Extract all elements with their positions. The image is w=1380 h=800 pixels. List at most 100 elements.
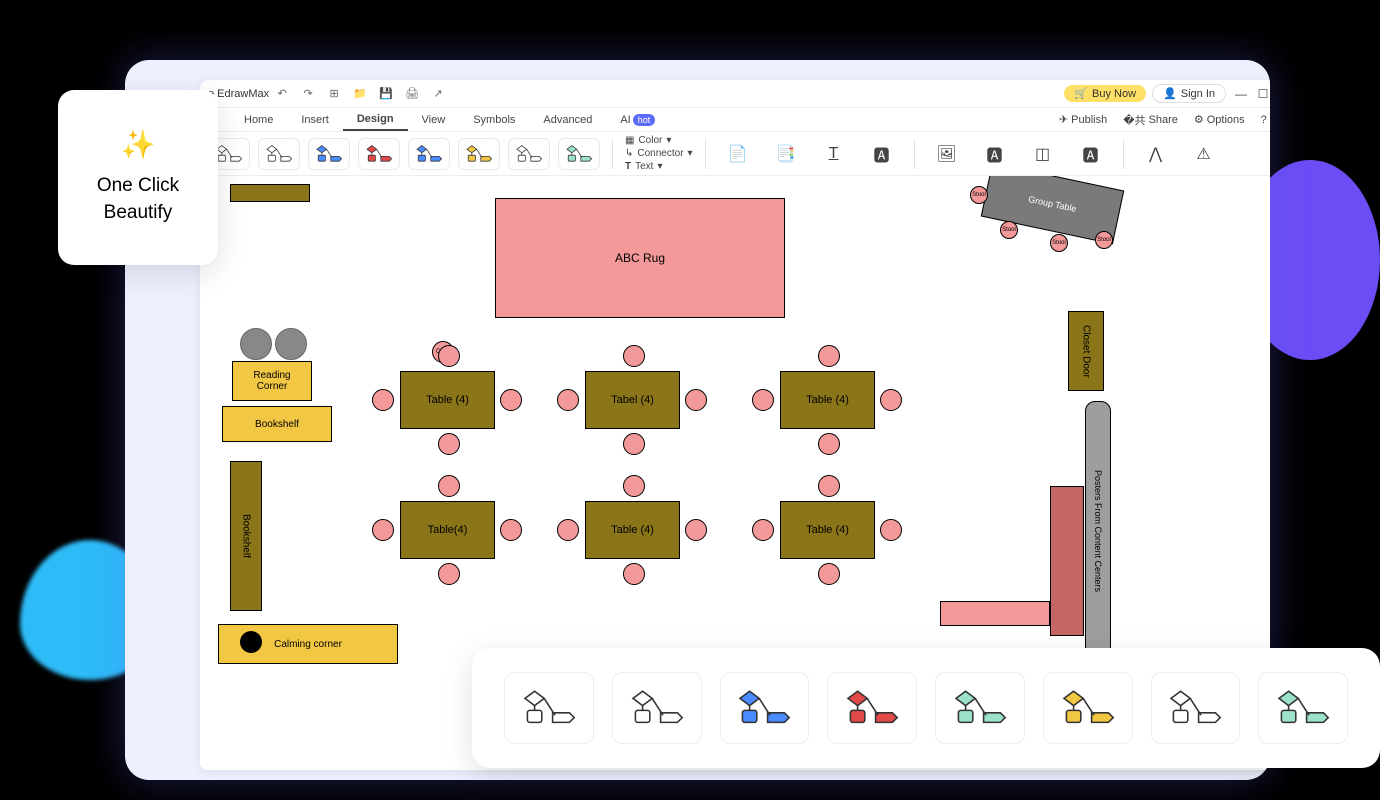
dock-theme-3[interactable] — [827, 672, 917, 744]
dock-theme-0[interactable] — [504, 672, 594, 744]
shape-stool[interactable]: Stool — [1095, 231, 1113, 249]
shape-small-rug[interactable] — [940, 601, 1050, 626]
shape-cushion[interactable] — [275, 328, 307, 360]
shape-chair[interactable] — [818, 475, 840, 497]
tab-symbols[interactable]: Symbols — [459, 110, 529, 130]
shape-table[interactable]: Table (4) — [585, 501, 680, 559]
shape-chair[interactable] — [438, 563, 460, 585]
shape-stool[interactable]: Stool — [970, 186, 988, 204]
dock-theme-7[interactable] — [1258, 672, 1348, 744]
theme-swatch-1[interactable] — [258, 138, 300, 170]
undo-icon[interactable]: ↶ — [273, 85, 291, 103]
shape-chair[interactable] — [623, 433, 645, 455]
connector-dropdown[interactable]: ↳ Connector▾ — [625, 148, 693, 159]
tab-ai[interactable]: AIhot — [606, 110, 669, 130]
shape-chair[interactable] — [372, 519, 394, 541]
shape-table[interactable]: Table (4) — [780, 371, 875, 429]
print-icon[interactable]: 🖨 — [403, 85, 421, 103]
shape-chair[interactable] — [557, 519, 579, 541]
text-dropdown[interactable]: T Text ▾ — [625, 161, 693, 172]
shape-chair[interactable] — [818, 345, 840, 367]
window-minimize[interactable]: — — [1234, 87, 1248, 101]
share-button[interactable]: �共 Share — [1115, 112, 1186, 128]
save-icon[interactable]: 💾 — [377, 85, 395, 103]
image-icon[interactable]: 🖼 — [933, 140, 961, 168]
theme-swatch-7[interactable] — [558, 138, 600, 170]
shape-chair[interactable] — [880, 389, 902, 411]
arrow-up-icon[interactable]: ⋀ — [1142, 140, 1170, 168]
shape-closet-door[interactable]: Closet Door — [1068, 311, 1104, 391]
shape-chair[interactable] — [685, 389, 707, 411]
color-dropdown[interactable]: ▦ Color ▾ — [625, 135, 693, 146]
window-maximize[interactable]: ☐ — [1256, 87, 1270, 101]
shape-bookshelf[interactable]: Bookshelf — [222, 406, 332, 442]
new-icon[interactable]: ⊞ — [325, 85, 343, 103]
shape-chair[interactable] — [623, 563, 645, 585]
shape-chair[interactable] — [623, 345, 645, 367]
shape-cushion[interactable] — [240, 328, 272, 360]
frame-icon[interactable]: 🅰 — [981, 140, 1009, 168]
shape-chair[interactable] — [557, 389, 579, 411]
beautify-card[interactable]: ✨ One Click Beautify — [58, 90, 218, 265]
text-format-icon[interactable]: T — [820, 140, 848, 168]
layout-icon[interactable]: ◫ — [1029, 140, 1057, 168]
buy-now-button[interactable]: 🛒 Buy Now — [1064, 85, 1146, 102]
shape-chair[interactable] — [372, 389, 394, 411]
sign-in-button[interactable]: 👤 Sign In — [1152, 84, 1226, 103]
style-icon[interactable]: 🅰 — [1077, 140, 1105, 168]
page-setup-icon[interactable]: 📄 — [724, 140, 752, 168]
tab-home[interactable]: Home — [230, 110, 287, 130]
shape-chair[interactable] — [752, 519, 774, 541]
share-label: Share — [1149, 114, 1178, 126]
tab-design[interactable]: Design — [343, 109, 408, 131]
dock-theme-5[interactable] — [1043, 672, 1133, 744]
shape-chair[interactable] — [685, 519, 707, 541]
shape-chair[interactable] — [438, 345, 460, 367]
shape-red-cabinet[interactable] — [1050, 486, 1084, 636]
dock-theme-6[interactable] — [1151, 672, 1241, 744]
redo-icon[interactable]: ↷ — [299, 85, 317, 103]
tab-insert[interactable]: Insert — [287, 110, 343, 130]
theme-swatch-4[interactable] — [408, 138, 450, 170]
shape-ball[interactable] — [240, 631, 262, 653]
shape-chair[interactable] — [880, 519, 902, 541]
shape-rug[interactable]: ABC Rug — [495, 198, 785, 318]
shape-reading-corner[interactable]: Reading Corner — [232, 361, 312, 401]
shape-chair[interactable] — [818, 563, 840, 585]
shape-table[interactable]: Table(4) — [400, 501, 495, 559]
shape-chair[interactable] — [623, 475, 645, 497]
publish-button[interactable]: ✈ Publish — [1051, 113, 1115, 126]
dock-theme-1[interactable] — [612, 672, 702, 744]
help-icon[interactable]: ? — [1253, 114, 1270, 126]
tab-advanced[interactable]: Advanced — [529, 110, 606, 130]
shape-chair[interactable] — [500, 389, 522, 411]
warning-icon[interactable]: ⚠ — [1190, 140, 1218, 168]
theme-swatch-2[interactable] — [308, 138, 350, 170]
theme-swatch-6[interactable] — [508, 138, 550, 170]
shape-chair[interactable] — [438, 433, 460, 455]
shape-bookshelf-vertical[interactable]: Bookshelf — [230, 461, 262, 611]
tab-view[interactable]: View — [408, 110, 460, 130]
shape-table[interactable]: Table (4) — [780, 501, 875, 559]
shape-stool[interactable]: Stool — [1050, 234, 1068, 252]
shape-stool[interactable]: Stool — [1000, 221, 1018, 239]
page-orient-icon[interactable]: 📑 — [772, 140, 800, 168]
shape-shelf-top[interactable] — [230, 184, 310, 202]
shape-posters[interactable]: Posters From Content Centers — [1085, 401, 1111, 661]
theme-swatch-3[interactable] — [358, 138, 400, 170]
shape-table[interactable]: Tabel (4) — [585, 371, 680, 429]
export-icon[interactable]: ↗ — [429, 85, 447, 103]
sparkle-icon: ✨ — [121, 128, 156, 161]
shape-chair[interactable] — [752, 389, 774, 411]
shape-chair[interactable] — [500, 519, 522, 541]
open-icon[interactable]: 📁 — [351, 85, 369, 103]
dock-theme-4[interactable] — [935, 672, 1025, 744]
dock-theme-2[interactable] — [720, 672, 810, 744]
options-button[interactable]: ⚙ Options — [1186, 113, 1253, 126]
theme-swatch-5[interactable] — [458, 138, 500, 170]
shape-chair[interactable] — [818, 433, 840, 455]
shape-table[interactable]: Table (4) — [400, 371, 495, 429]
ai-label: AI — [620, 114, 630, 126]
shape-chair[interactable] — [438, 475, 460, 497]
font-icon[interactable]: 🅰 — [868, 140, 896, 168]
